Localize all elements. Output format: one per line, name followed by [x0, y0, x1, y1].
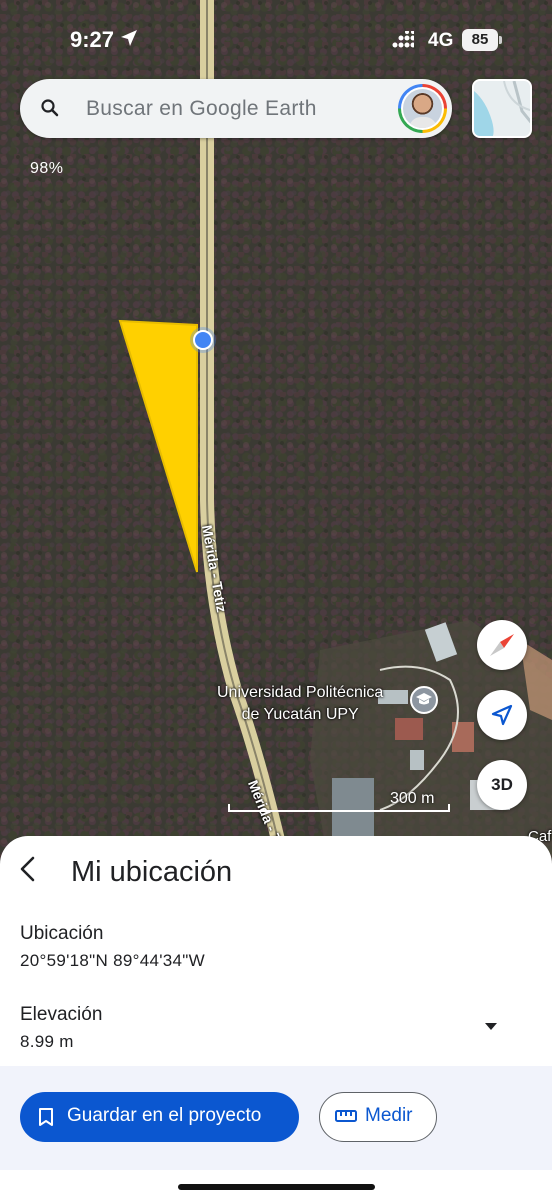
home-indicator[interactable] — [178, 1184, 375, 1190]
elevation-value: 8.99 m — [20, 1032, 74, 1051]
measure-button-label: Medir — [365, 1105, 413, 1126]
zoom-percentage: 98% — [30, 160, 64, 177]
expand-dropdown-icon[interactable] — [483, 1021, 499, 1031]
network-type: 4G — [428, 30, 454, 51]
bookmark-icon — [39, 1108, 53, 1126]
my-location-button[interactable] — [477, 690, 527, 740]
back-arrow-icon[interactable] — [16, 854, 40, 884]
location-panel: Mi ubicación Ubicación 20°59'18"N 89°44'… — [0, 836, 552, 1200]
scale-bar — [228, 804, 450, 812]
account-avatar[interactable] — [398, 84, 447, 133]
map-layers-button[interactable] — [472, 79, 532, 138]
save-button-label: Guardar en el proyecto — [67, 1105, 262, 1126]
battery-icon: 85 — [462, 29, 498, 51]
search-placeholder: Buscar en Google Earth — [86, 97, 317, 120]
location-coordinates: 20°59'18"N 89°44'34"W — [20, 951, 205, 970]
navigation-arrow-icon — [491, 704, 513, 726]
signal-icon — [392, 31, 414, 48]
toggle-3d-button[interactable]: 3D — [477, 760, 527, 810]
search-bar[interactable]: Buscar en Google Earth — [20, 79, 452, 138]
compass-button[interactable] — [477, 620, 527, 670]
current-location-dot — [190, 327, 216, 353]
elevation-label: Elevación — [20, 1004, 103, 1025]
university-icon — [410, 686, 438, 714]
ruler-icon — [335, 1110, 357, 1122]
save-to-project-button[interactable]: Guardar en el proyecto — [20, 1092, 299, 1142]
place-label-line: de Yucatán UPY — [241, 706, 359, 723]
status-bar: 9:27 4G 85 — [0, 0, 552, 80]
measure-button[interactable]: Medir — [319, 1092, 437, 1142]
panel-title: Mi ubicación — [71, 856, 233, 888]
location-arrow-icon — [121, 30, 137, 46]
map-thumbnail-icon — [474, 81, 530, 136]
place-label[interactable]: Universidad Politécnica de Yucatán UPY — [217, 682, 383, 726]
compass-icon — [490, 634, 514, 656]
place-label-line: Universidad Politécnica — [217, 684, 384, 701]
location-label: Ubicación — [20, 923, 104, 944]
status-time: 9:27 — [70, 27, 115, 52]
search-icon — [41, 99, 59, 117]
battery-tip — [499, 36, 502, 44]
